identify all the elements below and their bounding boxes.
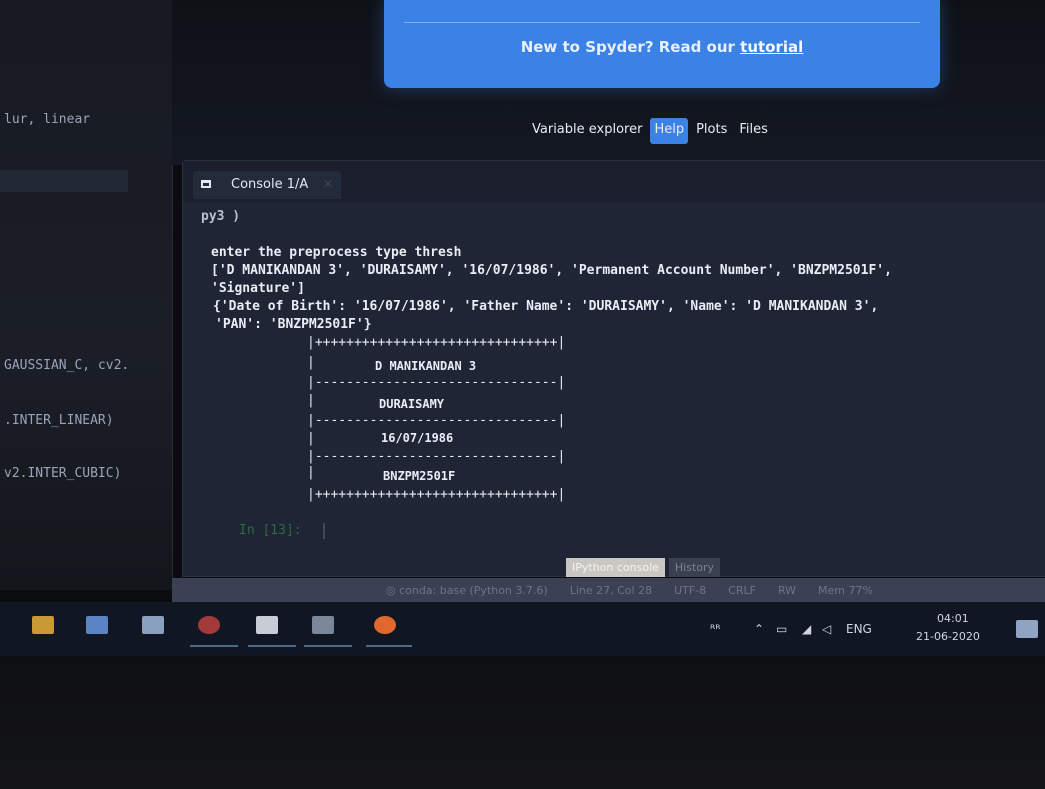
mail-icon[interactable] (142, 616, 164, 634)
box-side: | (307, 355, 315, 370)
tour-message: New to Spyder? Read our tutorial (384, 38, 940, 56)
active-app-indicator (190, 645, 238, 647)
volume-icon[interactable]: ◁ (822, 622, 831, 636)
memory-status: Mem 77% (818, 583, 873, 597)
box-side: | (307, 465, 315, 480)
box-divider: |-------------------------------| (307, 449, 566, 464)
active-app-indicator (248, 645, 296, 647)
code-line: v2.INTER_CUBIC) (4, 466, 122, 481)
box-divider: |-------------------------------| (307, 375, 566, 390)
tab-files[interactable]: Files (735, 118, 772, 144)
tab-variable-explorer[interactable]: Variable explorer (528, 118, 646, 144)
console-output[interactable]: py3 ) enter the preprocess type thresh [… (183, 203, 1045, 576)
tab-help[interactable]: Help (650, 118, 689, 144)
active-app-indicator (304, 645, 352, 647)
ipython-console-pane: Console 1/A ✕ py3 ) enter the preprocess… (182, 160, 1045, 577)
box-row-dob: 16/07/1986 (381, 431, 454, 445)
text-cursor (323, 523, 325, 539)
conda-icon: ◎ (386, 583, 400, 597)
people-icon[interactable]: ᴿᴿ (710, 622, 721, 636)
current-line-highlight (0, 170, 128, 192)
eol-status: CRLF (728, 583, 756, 597)
console-window-icon (201, 180, 211, 188)
notification-icon[interactable] (1016, 620, 1038, 638)
spyder-icon[interactable] (198, 616, 220, 634)
code-line: lur, linear (4, 112, 91, 127)
code-line: GAUSSIAN_C, cv2. (4, 358, 130, 373)
tab-history[interactable]: History (668, 558, 721, 577)
box-row-name: D MANIKANDAN 3 (375, 359, 477, 373)
terminal-icon[interactable] (312, 616, 334, 634)
box-bottom-border: |+++++++++++++++++++++++++++++++| (307, 487, 566, 502)
box-side: | (307, 393, 315, 408)
console-bottom-tabs: IPython console History (566, 558, 721, 577)
tour-message-text: New to Spyder? Read our (520, 38, 741, 56)
wifi-icon[interactable]: ◢ (802, 622, 811, 636)
box-top-border: |+++++++++++++++++++++++++++++++| (307, 335, 566, 350)
chevron-up-icon[interactable]: ⌃ (754, 622, 764, 636)
console-tab-label: Console 1/A (231, 177, 309, 192)
clock-time[interactable]: 04:01 (937, 612, 969, 625)
popup-divider (404, 22, 920, 23)
console-line: {'Date of Birth': '16/07/1986', 'Father … (213, 299, 879, 314)
app-icon[interactable] (256, 616, 278, 634)
console-line: 'Signature'] (211, 281, 305, 296)
console-line: py3 ) (201, 209, 241, 224)
tutorial-link[interactable]: tutorial (740, 38, 803, 56)
permissions-status: RW (777, 583, 797, 597)
console-tab[interactable]: Console 1/A ✕ (193, 171, 341, 199)
clock-date[interactable]: 21-06-2020 (916, 630, 980, 643)
box-divider: |-------------------------------| (307, 413, 566, 428)
intro-tour-popup: New to Spyder? Read our tutorial (384, 0, 940, 88)
input-prompt: In [13]: (239, 523, 302, 538)
tab-plots[interactable]: Plots (692, 118, 731, 144)
language-indicator[interactable]: ENG (846, 622, 872, 636)
chrome-icon[interactable] (374, 616, 396, 634)
box-row-pan: BNZPM2501F (383, 469, 456, 483)
tab-ipython-console[interactable]: IPython console (566, 558, 665, 577)
encoding-status: UTF-8 (674, 583, 707, 597)
console-line: 'PAN': 'BNZPM2501F'} (215, 317, 372, 332)
console-tabbar: Console 1/A ✕ (183, 161, 1045, 201)
cursor-position: Line 27, Col 28 (569, 583, 653, 597)
console-line: ['D MANIKANDAN 3', 'DURAISAMY', '16/07/1… (211, 263, 892, 278)
box-row-father: DURAISAMY (379, 397, 445, 411)
box-side: | (307, 431, 315, 446)
active-app-indicator (366, 645, 412, 647)
close-icon[interactable]: ✕ (323, 177, 333, 191)
store-icon[interactable] (32, 616, 54, 634)
editor-pane: lur, linear GAUSSIAN_C, cv2. .INTER_LINE… (0, 0, 173, 590)
monitor-bezel (0, 656, 1045, 789)
battery-icon[interactable]: ▭ (776, 622, 787, 636)
console-line: enter the preprocess type thresh (211, 245, 462, 260)
file-explorer-icon[interactable] (86, 616, 108, 634)
windows-taskbar: ᴿᴿ ⌃ ▭ ◢ ◁ ENG 04:01 21-06-2020 (0, 602, 1045, 656)
conda-env-status: ◎ conda: base (Python 3.7.6) (386, 583, 548, 597)
pane-tabbar: Variable explorer Help Plots Files (528, 118, 772, 144)
statusbar: ◎ conda: base (Python 3.7.6) Line 27, Co… (172, 578, 1045, 602)
code-line: .INTER_LINEAR) (4, 413, 114, 428)
